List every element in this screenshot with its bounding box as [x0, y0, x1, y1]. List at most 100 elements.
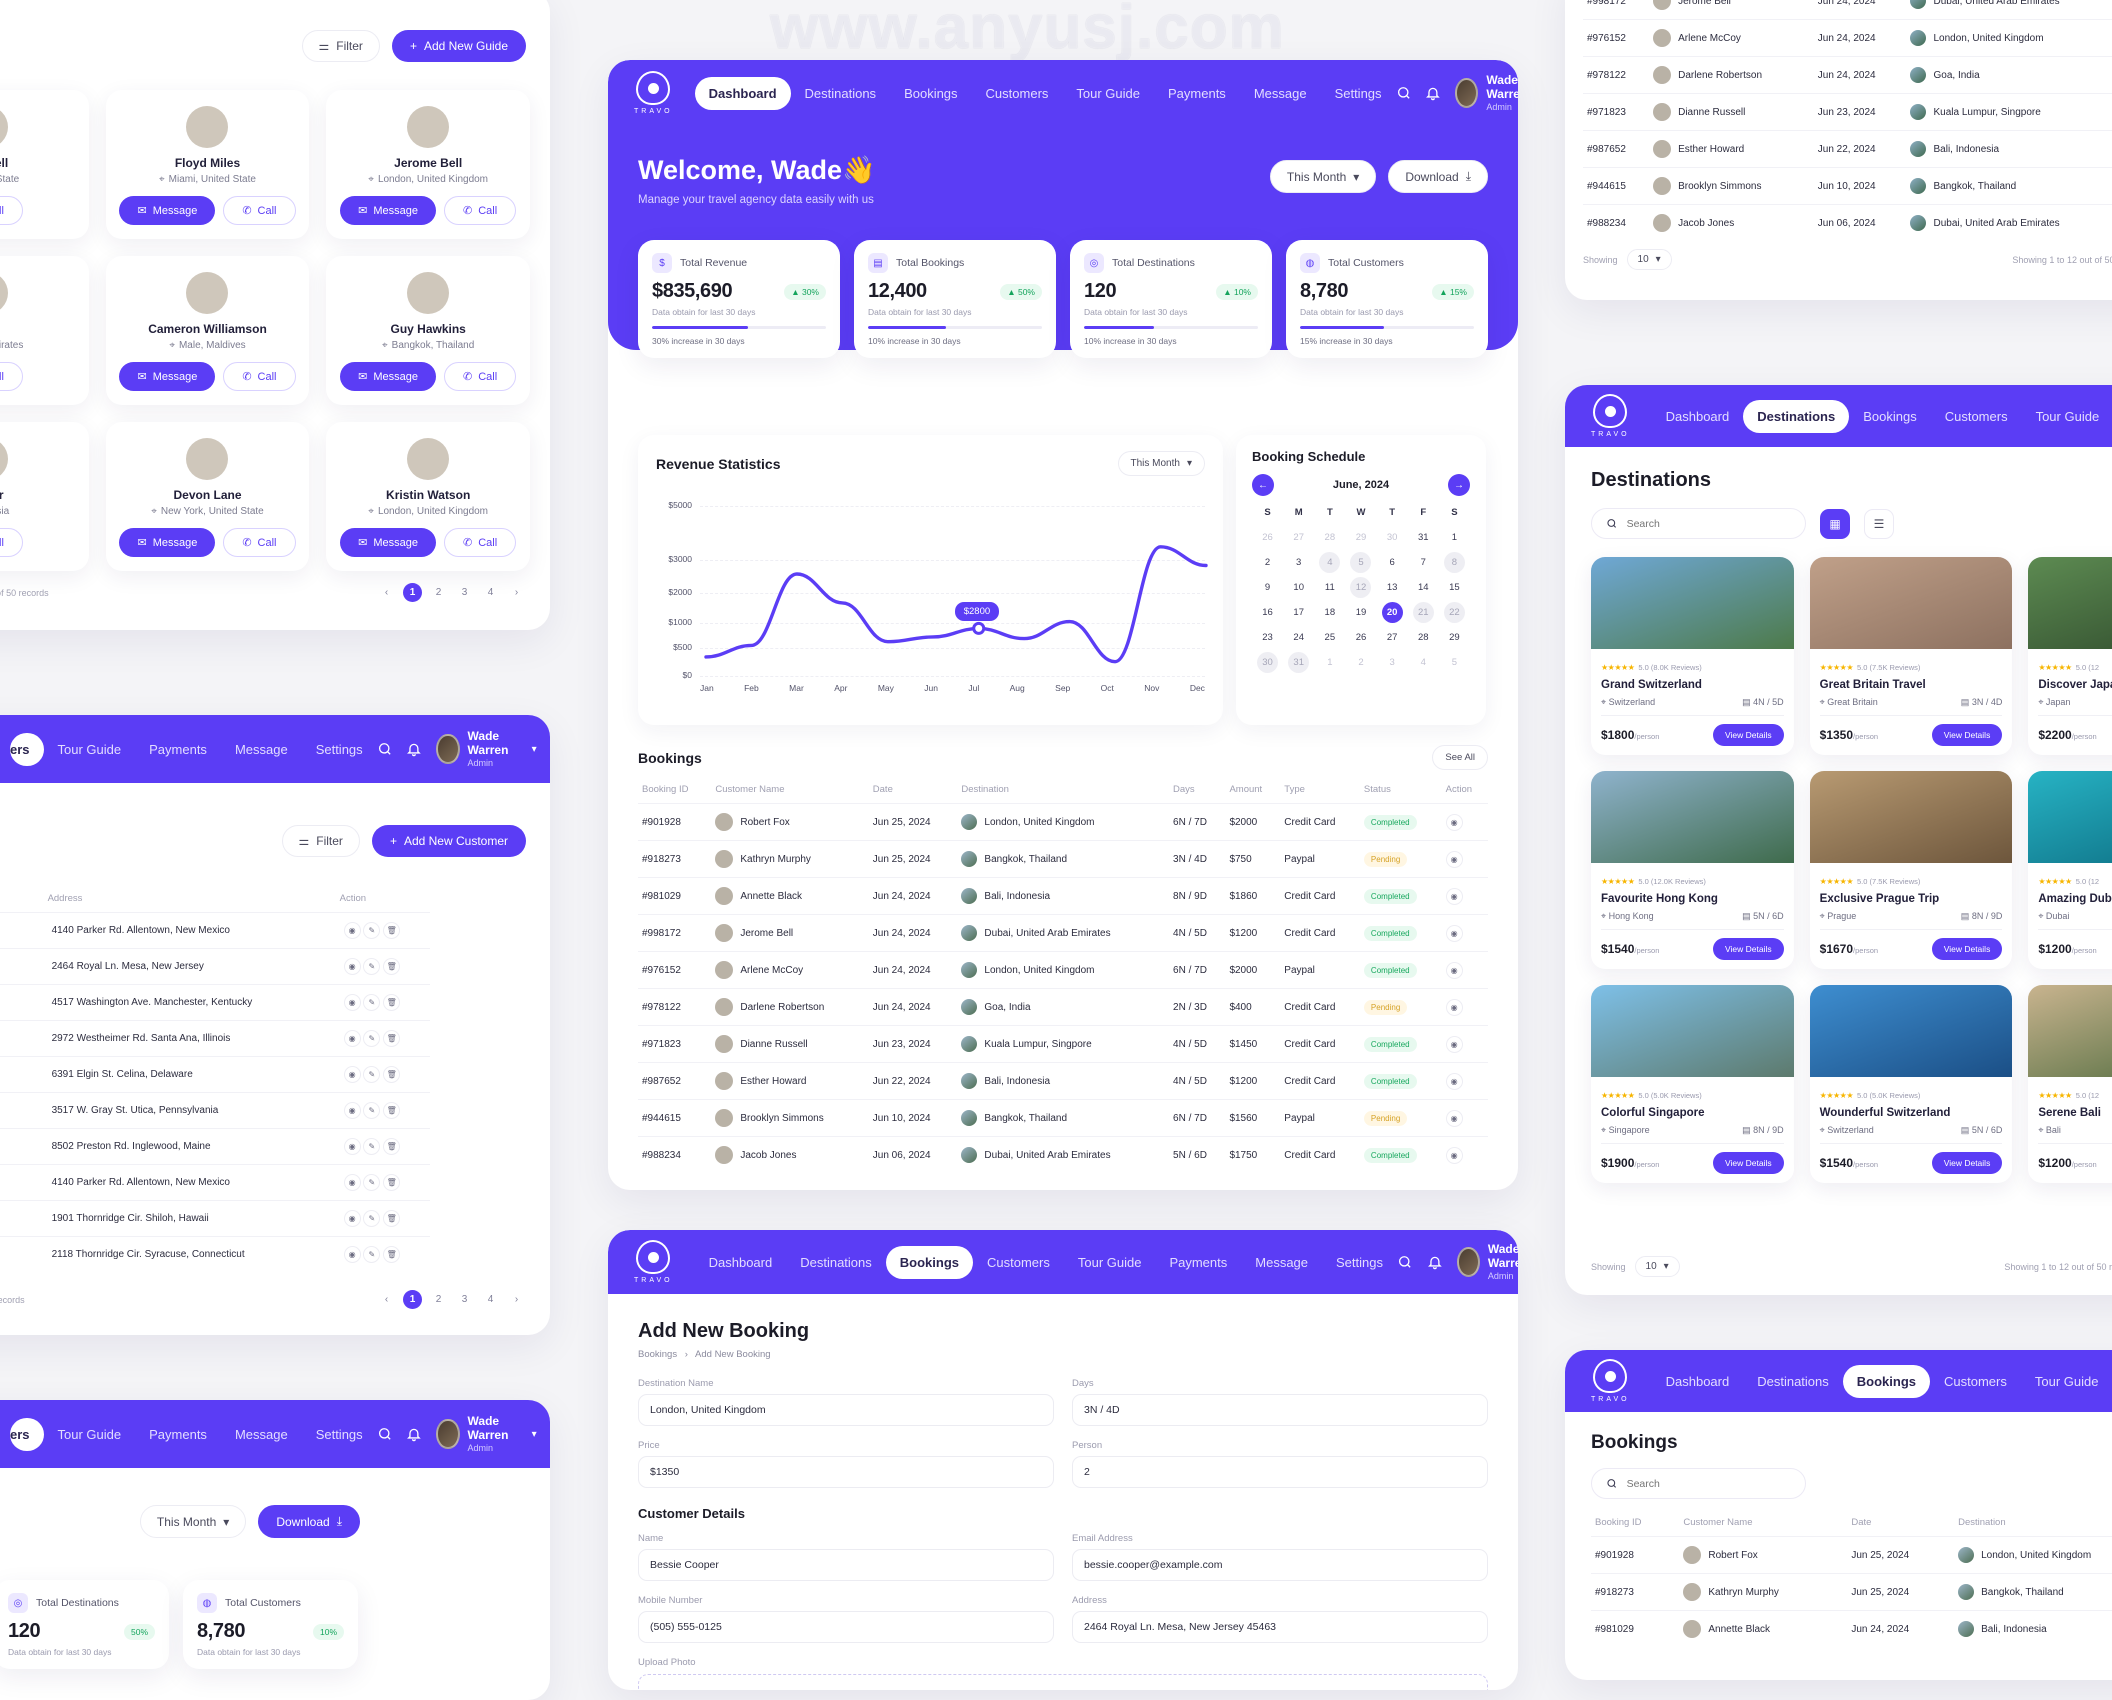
action-cell[interactable]: ◉ ✎ 🗑	[339, 1236, 430, 1272]
destination-card[interactable]: ★★★★★ 5.0 (12.0K Reviews) Favourite Hong …	[1591, 771, 1794, 969]
delete-icon[interactable]: 🗑	[383, 1138, 401, 1155]
call-button[interactable]: ✆Call	[0, 196, 23, 225]
calendar-day[interactable]: 1	[1319, 652, 1340, 673]
field-input[interactable]	[1072, 1394, 1488, 1426]
calendar-day[interactable]: 24	[1288, 627, 1309, 648]
view-icon[interactable]: ◉	[343, 1066, 361, 1083]
table-row[interactable]: e.b@demo.com 4517 Washington Ave. Manche…	[0, 984, 430, 1021]
calendar-day[interactable]: 31	[1288, 652, 1310, 673]
guide-card[interactable]: sher ⌖Arab Emirates ✆Call	[0, 256, 89, 405]
view-icon[interactable]: ◉	[343, 1138, 361, 1155]
destination-card[interactable]: ★★★★★ 5.0 (7.5K Reviews) Exclusive Prague…	[1809, 771, 2013, 969]
field-input[interactable]	[1072, 1456, 1488, 1488]
calendar-day[interactable]: 15	[1444, 577, 1465, 598]
view-icon[interactable]: ◉	[1445, 1072, 1463, 1090]
edit-icon[interactable]: ✎	[363, 922, 381, 939]
view-details-button[interactable]: View Details	[1931, 1152, 2003, 1174]
calendar-day[interactable]: 8	[1443, 552, 1465, 573]
table-row[interactable]: l@demo.com 8502 Preston Rd. Inglewood, M…	[0, 1128, 430, 1165]
nav-item-bookings[interactable]: Bookings	[890, 77, 971, 110]
calendar-day[interactable]: 23	[1257, 627, 1278, 648]
arrow-left-icon[interactable]: ←	[1252, 474, 1274, 496]
calendar-day[interactable]: 2	[1257, 552, 1278, 573]
call-button[interactable]: ✆Call	[0, 362, 23, 391]
period-selector[interactable]: This Month ▾	[1269, 160, 1377, 193]
nav-item-bookings[interactable]: Bookings	[1842, 1364, 1930, 1398]
calendar-day[interactable]: 12	[1350, 577, 1372, 598]
table-row[interactable]: w@demo.com 2118 Thornridge Cir. Syracuse…	[0, 1236, 430, 1272]
guide-card[interactable]: Jerome Bell ⌖ London, United Kingdom ✉ Mes…	[326, 90, 530, 239]
calendar-day[interactable]: 25	[1319, 627, 1340, 648]
destination-card[interactable]: ★★★★★ 5.0 (5.0K Reviews) Wounderful Switz…	[1809, 985, 2013, 1183]
calendar-day[interactable]: 4	[1319, 552, 1341, 573]
edit-icon[interactable]: ✎	[363, 1174, 381, 1191]
guide-card[interactable]: Cameron Williamson ⌖ Male, Maldives ✉ Mess…	[105, 256, 310, 405]
delete-icon[interactable]: 🗑	[383, 994, 401, 1011]
calendar-day[interactable]: 7	[1413, 552, 1434, 573]
view-details-button[interactable]: View Details	[1713, 724, 1784, 746]
nav-item-tour-guide[interactable]: Tour Guide	[1064, 1246, 1156, 1279]
nav-item-tour-guide[interactable]: Tour Guide	[1062, 77, 1154, 110]
download-button[interactable]: Download ⤓	[1388, 160, 1488, 193]
view-icon[interactable]: ◉	[343, 958, 361, 975]
breadcrumb-root[interactable]: Bookings	[638, 1349, 677, 1360]
field-input[interactable]	[638, 1611, 1054, 1643]
nav-item-customers[interactable]: Customers	[973, 1246, 1064, 1279]
edit-icon[interactable]: ✎	[363, 1210, 381, 1227]
view-icon[interactable]: ◉	[1445, 924, 1463, 942]
delete-icon[interactable]: 🗑	[383, 922, 401, 939]
guides-pagination[interactable]: ‹ 1 2 3 4 ›	[377, 583, 526, 602]
search-icon[interactable]	[1396, 83, 1412, 103]
view-icon[interactable]: ◉	[343, 1102, 361, 1119]
nav-item-settings[interactable]: Settings	[1321, 77, 1396, 110]
nav-item-payments[interactable]: Payments	[1155, 1246, 1241, 1279]
calendar-day[interactable]: 13	[1382, 577, 1403, 598]
search-input[interactable]	[1626, 517, 1791, 530]
call-button[interactable]: ✆Call	[223, 528, 296, 557]
field-input[interactable]	[1072, 1611, 1488, 1643]
calendar-day[interactable]: 28	[1413, 627, 1434, 648]
nav-item-payments[interactable]: Payments	[1154, 77, 1240, 110]
download-button[interactable]: Download ⤓	[258, 1505, 360, 1538]
calendar-day[interactable]: 27	[1382, 627, 1403, 648]
edit-icon[interactable]: ✎	[363, 1066, 381, 1083]
delete-icon[interactable]: 🗑	[383, 1030, 401, 1047]
delete-icon[interactable]: 🗑	[383, 1210, 401, 1227]
destination-card[interactable]: ★★★★★ 5.0 (8.0K Reviews) Grand Switzerlan…	[1591, 557, 1794, 755]
calendar-day[interactable]: 28	[1319, 527, 1340, 548]
nav-item-settings[interactable]: Settings	[1322, 1246, 1397, 1279]
table-row[interactable]: #978122 Darlene Robertson Jun 24, 2024 G…	[1583, 56, 2112, 94]
destinations-search[interactable]	[1591, 508, 1806, 539]
nav-item-payments[interactable]: Payments	[135, 733, 221, 766]
nav-item-dashboard[interactable]: Dashboard	[1652, 400, 1744, 433]
filter-button[interactable]: ⚌ Filter	[301, 30, 380, 62]
calendar-day[interactable]: 29	[1350, 527, 1371, 548]
action-cell[interactable]: ◉	[1441, 1099, 1488, 1137]
nav-item-message[interactable]: Message	[1241, 1246, 1322, 1279]
nav-item-message[interactable]: Message	[1240, 77, 1321, 110]
search-icon[interactable]	[1397, 1252, 1413, 1272]
view-icon[interactable]: ◉	[343, 1174, 361, 1191]
nav-item-bookings[interactable]: Bookings	[1849, 400, 1930, 433]
calendar-day[interactable]: 26	[1350, 627, 1371, 648]
view-icon[interactable]: ◉	[1445, 961, 1463, 979]
table-row[interactable]: #987652 Esther Howard Jun 22, 2024 Bali,…	[638, 1062, 1488, 1100]
table-row[interactable]: #944615 Brooklyn Simmons Jun 10, 2024 Ba…	[1583, 167, 2112, 205]
search-icon[interactable]	[377, 739, 393, 759]
view-icon[interactable]: ◉	[1445, 1109, 1463, 1127]
view-icon[interactable]: ◉	[1445, 1146, 1463, 1164]
action-cell[interactable]: ◉	[1441, 1025, 1488, 1063]
nav-item-customers[interactable]: Customers	[972, 77, 1063, 110]
calendar-day[interactable]: 9	[1257, 577, 1278, 598]
field-input[interactable]	[638, 1456, 1054, 1488]
table-row[interactable]: s@demo.com 4140 Parker Rd. Allentown, Ne…	[0, 1164, 430, 1201]
search-icon[interactable]	[377, 1424, 393, 1444]
page-button[interactable]: 2	[429, 1290, 448, 1309]
table-row[interactable]: #971823 Dianne Russell Jun 23, 2024 Kual…	[638, 1025, 1488, 1063]
calendar-day[interactable]: 27	[1288, 527, 1309, 548]
table-row[interactable]: #944615 Brooklyn Simmons Jun 10, 2024 Ba…	[638, 1099, 1488, 1137]
search-input[interactable]	[1626, 1477, 1791, 1490]
next-page-button[interactable]: ›	[507, 1290, 526, 1309]
calendar-day[interactable]: 18	[1319, 602, 1340, 623]
table-row[interactable]: #978122 Darlene Robertson Jun 24, 2024 G…	[638, 988, 1488, 1026]
